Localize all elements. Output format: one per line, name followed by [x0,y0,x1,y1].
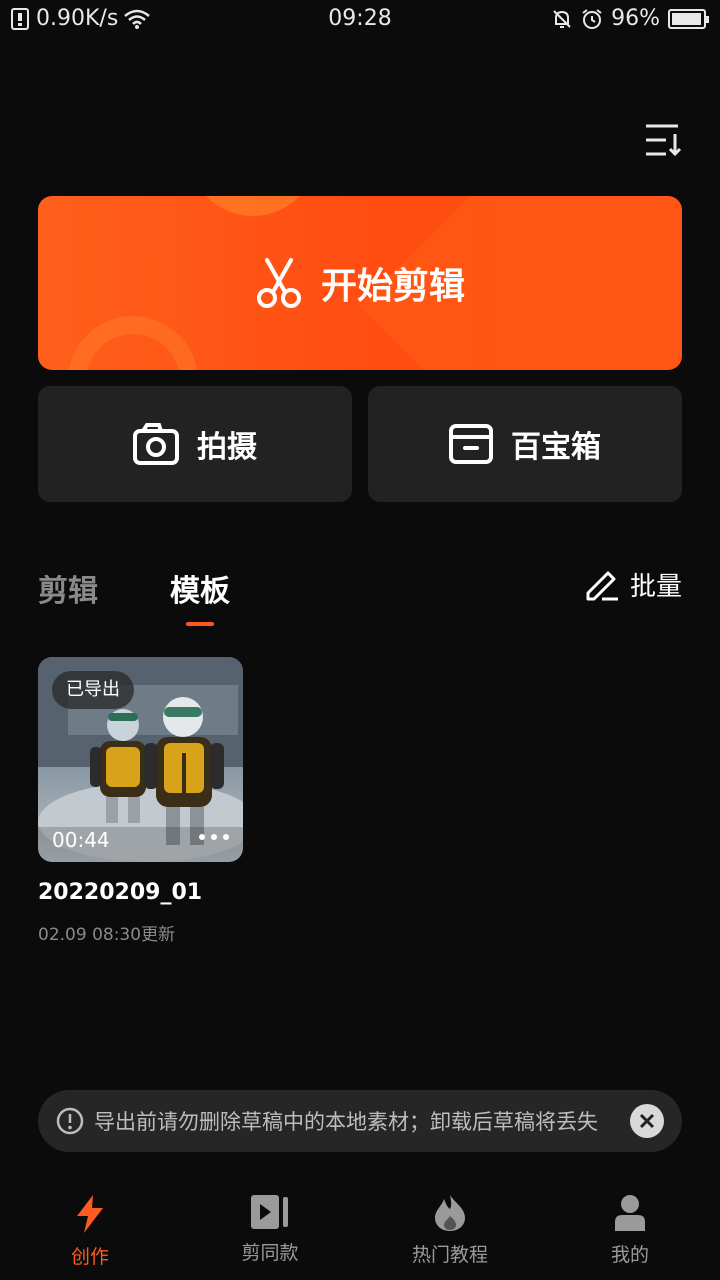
tab-edit[interactable]: 剪辑 [38,566,98,610]
bottom-nav: 创作 剪同款 热门教程 我的 [0,1180,720,1280]
notice-bar: 导出前请勿删除草稿中的本地素材；卸载后草稿将丢失 [38,1090,682,1152]
person-icon [615,1195,645,1231]
nav-item-template[interactable]: 剪同款 [180,1180,360,1280]
sort-button[interactable] [644,122,684,158]
batch-button[interactable]: 批量 [584,566,682,603]
camera-icon [133,423,179,465]
banner-decoration [68,316,198,370]
more-dot [211,834,217,840]
video-play-icon [251,1195,288,1229]
shoot-label: 拍摄 [197,430,257,465]
toolbox-label: 百宝箱 [511,430,601,465]
nav-label: 剪同款 [241,1242,299,1264]
banner-decoration [188,196,318,216]
flame-icon [435,1195,465,1231]
more-dot [199,834,205,840]
draft-thumbnail[interactable]: 已导出 00:44 [38,657,243,862]
tab-template[interactable]: 模板 [170,566,230,610]
tab-indicator [186,622,214,626]
start-edit-button[interactable]: 开始剪辑 [38,196,682,370]
battery-percent: 96% [611,6,660,31]
info-icon [56,1107,84,1135]
draft-updated-time: 02.09 08:30更新 [38,925,176,945]
status-right: 96% [551,6,709,31]
nav-label: 热门教程 [411,1244,488,1266]
battery-icon [668,8,709,29]
draft-title[interactable]: 20220209_01 [38,880,202,905]
start-edit-label: 开始剪辑 [320,266,465,307]
mute-bell-icon [553,9,571,28]
nav-item-profile[interactable]: 我的 [540,1180,720,1280]
alarm-icon [582,8,602,29]
exported-badge: 已导出 [52,671,134,709]
pencil-icon [586,571,618,600]
draft-duration: 00:44 [52,828,110,852]
more-dot [223,834,229,840]
lightning-icon [77,1195,103,1233]
close-icon [639,1113,655,1129]
scissors-icon [256,258,301,308]
nav-item-tutorials[interactable]: 热门教程 [360,1180,540,1280]
close-button[interactable] [630,1104,664,1138]
batch-label: 批量 [629,572,682,602]
toolbox-icon [449,424,493,464]
nav-label: 创作 [70,1246,109,1268]
nav-label: 我的 [610,1244,649,1266]
more-options-button[interactable] [199,834,229,840]
sort-icon [646,124,682,157]
status-bar: 0.90K/s 09:28 96% [0,0,720,40]
battery-level [672,12,701,25]
toolbox-button[interactable]: 百宝箱 [368,386,682,502]
nav-item-create[interactable]: 创作 [0,1180,180,1280]
notice-text: 导出前请勿删除草稿中的本地素材；卸载后草稿将丢失 [94,1110,598,1134]
shoot-button[interactable]: 拍摄 [38,386,352,502]
